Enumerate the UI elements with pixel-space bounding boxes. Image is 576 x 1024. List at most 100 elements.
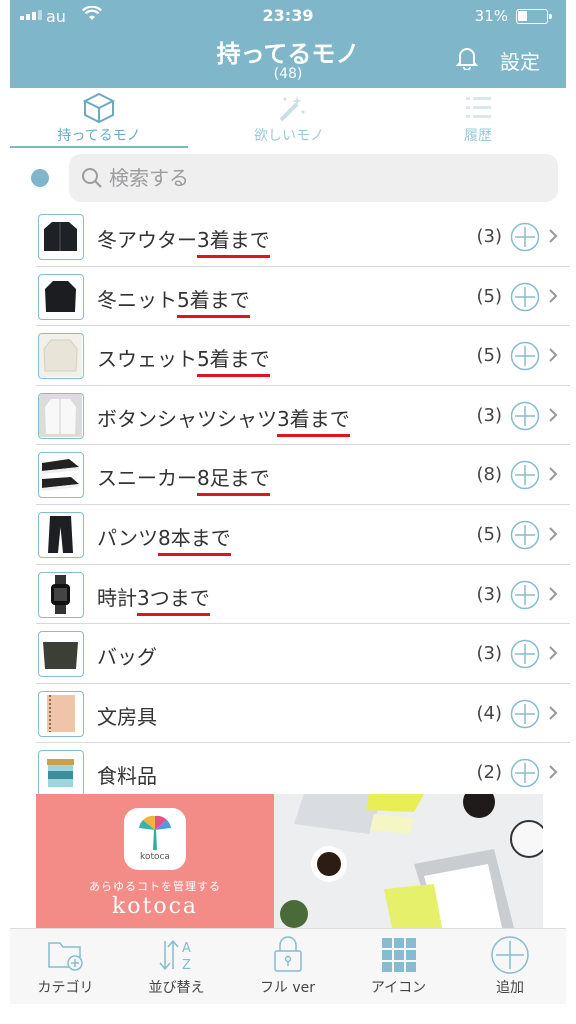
item-limit: 8足まで xyxy=(197,466,270,497)
list-icon xyxy=(466,97,491,118)
page-title: 持ってるモノ xyxy=(216,40,360,68)
item-name: 冬アウター3着まで xyxy=(97,224,270,258)
ad-brand: kotoca xyxy=(111,894,199,919)
item-count: (3) xyxy=(476,583,503,605)
tab-bar: 持ってるモノ 欲しいモノ 履歴 xyxy=(10,88,566,148)
item-name: 冬ニット5着まで xyxy=(97,284,250,318)
add-circle-icon[interactable] xyxy=(510,639,540,669)
chevron-right-icon xyxy=(549,408,558,422)
item-limit: 3つまで xyxy=(137,585,210,616)
item-name: バッグ xyxy=(97,645,157,670)
search-input[interactable] xyxy=(109,163,529,193)
folder-add-icon xyxy=(47,942,83,971)
item-count: (5) xyxy=(476,285,503,307)
list-item[interactable]: スニーカー8足まで (8) xyxy=(36,445,570,505)
list-item[interactable]: 冬ニット5着まで (5) xyxy=(36,267,570,327)
grid-icon xyxy=(381,938,416,972)
list-item[interactable]: 時計3つまで (3) xyxy=(36,565,570,625)
chevron-right-icon xyxy=(549,467,558,482)
full-version-button[interactable]: フル ver xyxy=(232,929,343,1005)
item-thumbnail xyxy=(38,333,84,380)
tab-owned[interactable]: 持ってるモノ xyxy=(10,88,188,148)
item-count: (5) xyxy=(476,345,503,367)
add-circle-icon[interactable] xyxy=(510,401,540,431)
category-list: 冬アウター3着まで (3) 冬ニット5着まで (5) スウェット5着まで (5)… xyxy=(36,207,570,803)
chevron-right-icon xyxy=(549,288,558,303)
list-item[interactable]: パンツ8本まで (5) xyxy=(36,505,570,565)
item-count: (4) xyxy=(476,702,503,724)
item-thumbnail xyxy=(38,750,84,797)
add-circle-icon[interactable] xyxy=(510,282,540,312)
filter-dot[interactable] xyxy=(31,169,49,187)
item-thumbnail xyxy=(38,511,84,558)
category-label: カテゴリ xyxy=(37,980,94,996)
item-thumbnail xyxy=(38,273,84,320)
tab-indicator xyxy=(10,146,188,148)
add-circle-icon[interactable] xyxy=(510,460,540,490)
knit-icon xyxy=(45,280,76,312)
status-bar: au 23:39 31% xyxy=(10,0,566,32)
jacket-icon xyxy=(44,222,77,251)
magic-wand-icon xyxy=(279,96,305,122)
item-name: 文房具 xyxy=(97,704,157,729)
sweat-icon xyxy=(39,334,82,378)
item-count: (8) xyxy=(476,464,503,486)
item-thumbnail xyxy=(38,571,84,618)
tab-wanted-label: 欲しいモノ xyxy=(254,128,324,144)
chevron-right-icon xyxy=(549,646,558,660)
list-item[interactable]: ボタンシャツシャツ3着まで (3) xyxy=(36,386,570,446)
icon-label: アイコン xyxy=(370,980,427,996)
pants-icon xyxy=(48,515,73,553)
battery-percent: 31% xyxy=(474,7,508,25)
add-circle-icon[interactable] xyxy=(510,758,540,788)
list-item[interactable]: スウェット5着まで (5) xyxy=(36,326,570,386)
item-name: スニーカー8足まで xyxy=(97,462,270,497)
item-name: ボタンシャツシャツ3着まで xyxy=(97,403,350,437)
tab-wanted[interactable]: 欲しいモノ xyxy=(200,88,378,148)
item-count: (2) xyxy=(476,762,503,784)
search-icon xyxy=(82,168,102,188)
add-circle-icon xyxy=(491,936,529,974)
ad-banner[interactable]: kotoca あらゆるコトを管理する kotoca xyxy=(36,794,543,928)
item-thumbnail xyxy=(38,690,84,737)
item-thumbnail xyxy=(38,631,84,678)
shirt-icon xyxy=(39,393,82,437)
search-bar[interactable] xyxy=(69,154,558,202)
ad-photo xyxy=(274,794,543,928)
sort-button[interactable]: A Z 並び替え xyxy=(121,929,232,1005)
add-label: 追加 xyxy=(496,980,524,996)
add-circle-icon[interactable] xyxy=(510,520,540,550)
chevron-right-icon xyxy=(549,229,558,243)
item-count: (3) xyxy=(476,404,503,426)
item-thumbnail xyxy=(38,392,84,439)
add-circle-icon[interactable] xyxy=(510,580,540,610)
bell-icon[interactable] xyxy=(456,46,478,70)
tab-history-label: 履歴 xyxy=(464,128,492,144)
sneaker-icon xyxy=(42,459,79,492)
app-logo-label: kotoca xyxy=(140,852,170,862)
notebook-icon xyxy=(47,694,75,732)
item-thumbnail xyxy=(38,214,84,260)
list-item[interactable]: 文房具 (4) xyxy=(36,684,570,744)
battery-icon xyxy=(516,9,552,24)
ad-tagline: あらゆるコトを管理する xyxy=(89,880,221,893)
bottom-toolbar: カテゴリ A Z 並び替え フル ver アイコン 追加 xyxy=(10,928,566,1004)
item-name: パンツ8本まで xyxy=(97,522,231,556)
sort-label: 並び替え xyxy=(148,980,205,996)
list-item[interactable]: バッグ (3) xyxy=(36,624,570,684)
chevron-right-icon xyxy=(549,586,558,601)
category-button[interactable]: カテゴリ xyxy=(10,929,121,1005)
item-limit: 3着まで xyxy=(277,406,350,437)
list-item[interactable]: 冬アウター3着まで (3) xyxy=(36,207,570,267)
chevron-right-icon xyxy=(549,765,558,780)
add-circle-icon[interactable] xyxy=(510,341,540,371)
add-circle-icon[interactable] xyxy=(510,699,540,729)
tab-history[interactable]: 履歴 xyxy=(390,88,566,148)
add-button[interactable]: 追加 xyxy=(454,929,566,1005)
item-limit: 5着まで xyxy=(197,347,270,378)
add-circle-icon[interactable] xyxy=(510,222,540,252)
icon-button[interactable]: アイコン xyxy=(343,929,454,1005)
settings-button[interactable]: 設定 xyxy=(500,46,540,75)
chevron-right-icon xyxy=(549,527,558,541)
item-count: (3) xyxy=(476,226,503,247)
